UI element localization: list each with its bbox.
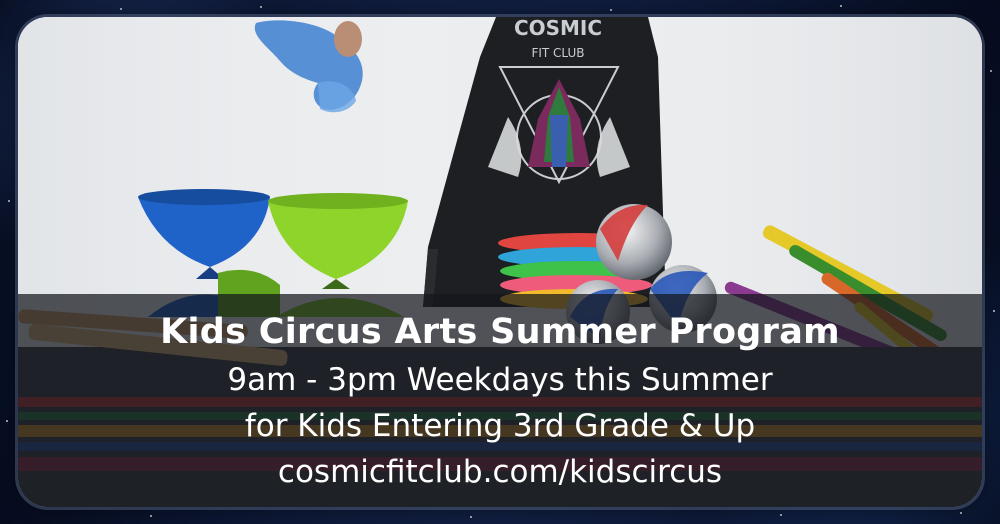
star (8, 200, 10, 202)
star (6, 420, 8, 422)
star (610, 9, 612, 11)
eligibility-text: for Kids Entering 3rd Grade & Up (244, 408, 756, 444)
photo-frame: COSMIC FIT CLUB Kids Circus Arts Summer … (18, 17, 982, 507)
website-url: cosmicfitclub.com/kidscircus (277, 454, 723, 490)
star (840, 5, 842, 7)
caption-text: Kids Circus Arts Summer Program 9am - 3p… (18, 307, 982, 495)
star (260, 6, 262, 8)
star (993, 310, 995, 312)
star (990, 70, 992, 72)
star (470, 516, 472, 518)
star (150, 515, 152, 517)
program-title: Kids Circus Arts Summer Program (160, 312, 840, 352)
star (960, 512, 962, 514)
schedule-text: 9am - 3pm Weekdays this Summer (227, 362, 773, 398)
star (780, 514, 782, 516)
star (120, 8, 122, 10)
svg-text:FIT CLUB: FIT CLUB (531, 46, 584, 60)
svg-text:COSMIC: COSMIC (514, 17, 602, 40)
